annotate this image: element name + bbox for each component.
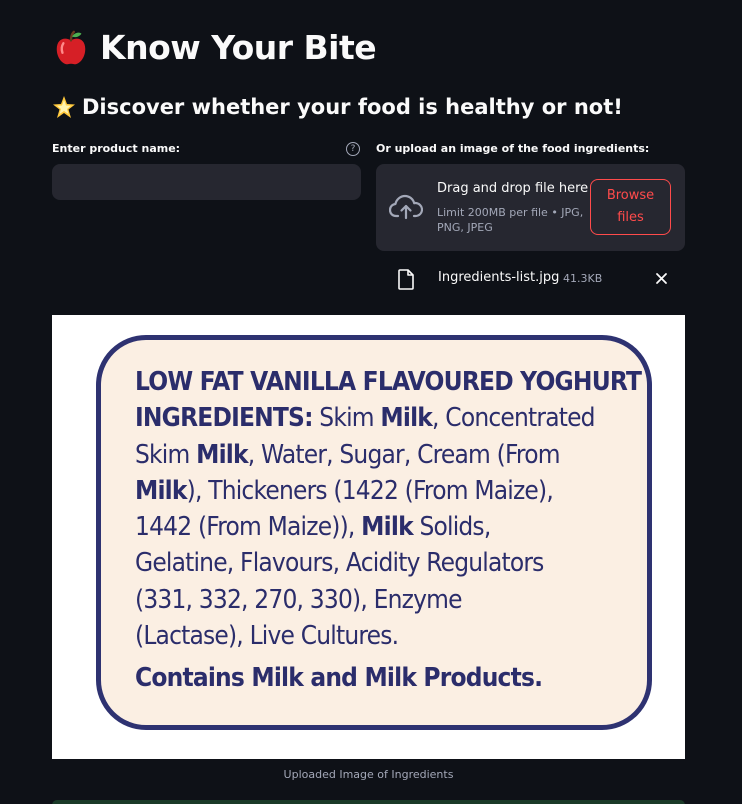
ingredients-line: (331, 332, 270, 330), Enzyme [135, 584, 462, 615]
dropzone-instructions: Drag and drop file here [437, 181, 589, 196]
ingredients-line: Gelatine, Flavours, Acidity Regulators [135, 548, 544, 579]
uploaded-ingredients-image: LOW FAT VANILLA FLAVOURED YOGHURT INGRED… [52, 315, 685, 759]
apple-icon [56, 30, 86, 64]
ingredients-line: Skim Milk, Water, Sugar, Cream (From [135, 439, 561, 470]
subtitle-text: Discover whether your food is healthy or… [82, 95, 623, 119]
allergen-statement: Contains Milk and Milk Products. [135, 663, 543, 694]
ingredients-label-text: LOW FAT VANILLA FLAVOURED YOGHURT INGRED… [135, 364, 642, 697]
page-title: Know Your Bite [100, 28, 377, 67]
file-dropzone[interactable]: Drag and drop file here Limit 200MB per … [376, 164, 685, 251]
uploaded-file-size: 41.3KB [563, 272, 603, 285]
glowing-star-icon [53, 96, 75, 118]
remove-file-close-icon[interactable] [655, 272, 668, 285]
browse-files-button[interactable]: Browse files [590, 179, 671, 235]
cloud-upload-icon [389, 194, 423, 220]
ingredients-label-card: LOW FAT VANILLA FLAVOURED YOGHURT INGRED… [96, 335, 652, 730]
ingredients-line: (Lactase), Live Cultures. [135, 621, 399, 652]
dropzone-limit-text: Limit 200MB per file • JPG, PNG, JPEG [437, 206, 584, 234]
ingredients-line: Milk), Thickeners (1422 (From Maize), [135, 475, 554, 506]
product-heading: LOW FAT VANILLA FLAVOURED YOGHURT [135, 367, 642, 397]
uploaded-file-name: Ingredients-list.jpg [438, 270, 560, 285]
product-name-label: Enter product name: [52, 142, 181, 155]
ingredients-line: 1442 (From Maize)), Milk Solids, [135, 512, 491, 543]
image-caption: Uploaded Image of Ingredients [283, 768, 454, 781]
uploaded-file-row: Ingredients-list.jpg 41.3KB [398, 266, 673, 292]
result-banner [52, 800, 685, 804]
ingredients-keyword: INGREDIENTS: [135, 403, 313, 434]
app-title: Know Your Bite [52, 28, 377, 67]
question-circle-icon[interactable]: ? [346, 142, 360, 156]
product-name-input[interactable] [52, 164, 361, 200]
file-icon [398, 268, 414, 290]
app-subtitle: Discover whether your food is healthy or… [52, 95, 623, 119]
upload-label: Or upload an image of the food ingredien… [376, 142, 650, 155]
ingredients-line: INGREDIENTS: Skim Milk, Concentrated [135, 403, 596, 434]
